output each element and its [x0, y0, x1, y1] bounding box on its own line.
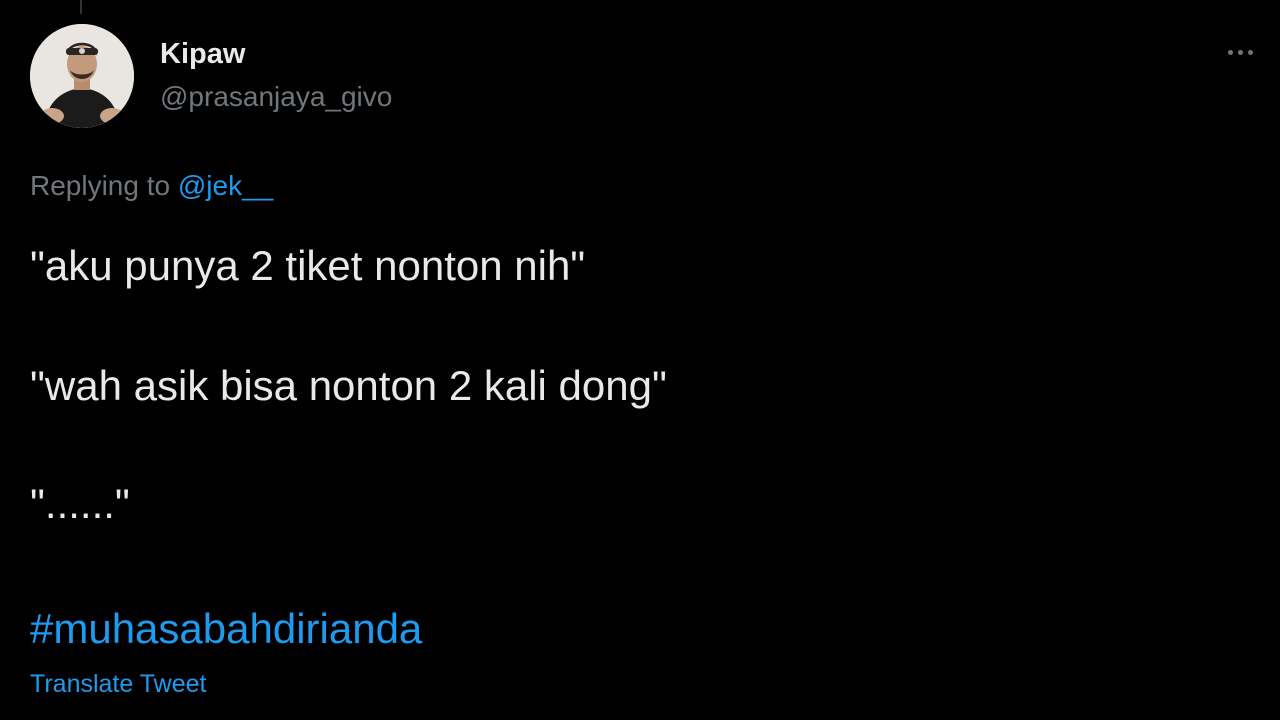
replying-to-prefix: Replying to	[30, 170, 178, 201]
more-options-dot	[1247, 49, 1253, 55]
more-options-icon	[1227, 49, 1233, 55]
translate-tweet-link[interactable]: Translate Tweet	[30, 668, 206, 700]
tweet-text-line-2: "wah asik bisa nonton 2 kali dong"	[30, 362, 667, 409]
tweet-text-line-1: "aku punya 2 tiket nonton nih"	[30, 242, 586, 289]
reply-mention-link[interactable]: @jek__	[178, 170, 273, 201]
thread-connector-line	[80, 0, 82, 14]
user-avatar-photo-icon	[30, 24, 134, 128]
author-display-name[interactable]: Kipaw	[160, 36, 245, 72]
author-avatar[interactable]	[30, 24, 134, 128]
author-handle[interactable]: @prasanjaya_givo	[160, 80, 392, 114]
hashtag-link[interactable]: #muhasabahdirianda	[30, 603, 422, 655]
more-options-button[interactable]	[1218, 36, 1262, 68]
more-options-dot	[1237, 49, 1243, 55]
replying-to-line: Replying to @jek__	[30, 168, 273, 204]
tweet-text-line-3: "......"	[30, 480, 130, 527]
